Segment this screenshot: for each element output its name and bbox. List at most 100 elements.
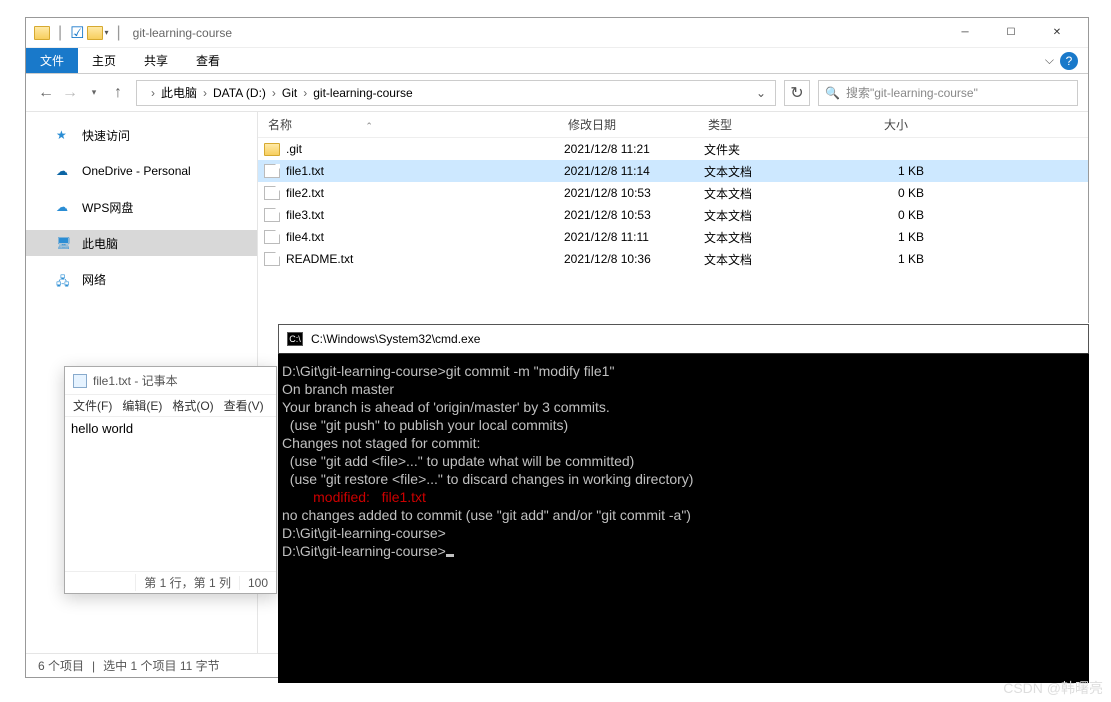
file-type: 文本文档 [704, 163, 844, 180]
file-row[interactable]: file2.txt 2021/12/8 10:53文本文档0 KB [258, 182, 1088, 204]
menu-format[interactable]: 格式(O) [168, 395, 217, 416]
star-icon: ★ [56, 128, 74, 142]
file-size: 1 KB [844, 230, 924, 244]
breadcrumb-item[interactable]: DATA (D:) [213, 86, 266, 100]
minimize-button[interactable]: ─ [942, 18, 988, 48]
file-date: 2021/12/8 11:14 [564, 164, 704, 178]
nav-this-pc[interactable]: 🖥此电脑 [26, 230, 257, 256]
file-icon [264, 230, 280, 244]
file-name: file4.txt [286, 230, 324, 244]
network-icon: 🖧 [56, 272, 74, 286]
file-row[interactable]: file3.txt2021/12/8 10:53文本文档0 KB [258, 204, 1088, 226]
qat-divider: | [58, 24, 62, 42]
file-name: file2.txt [286, 186, 324, 200]
titlebar: | ☑ ▾ | git-learning-course ─ ☐ ✕ [26, 18, 1088, 48]
chevron-right-icon[interactable]: › [299, 86, 311, 100]
nav-onedrive[interactable]: ☁OneDrive - Personal [26, 158, 257, 184]
file-size: 0 KB [844, 186, 924, 200]
cloud-icon: ☁ [56, 200, 74, 214]
notepad-statusbar: 第 1 行，第 1 列 100 [65, 571, 276, 593]
file-name: README.txt [286, 252, 353, 266]
qat-dropdown-icon[interactable]: ▾ [105, 28, 109, 37]
cmd-window: C:\ C:\Windows\System32\cmd.exe D:\Git\g… [278, 323, 1089, 683]
notepad-menu: 文件(F) 编辑(E) 格式(O) 查看(V) [65, 395, 276, 417]
chevron-right-icon[interactable]: › [147, 86, 159, 100]
tab-file[interactable]: 文件 [26, 48, 78, 73]
status-divider: | [92, 659, 95, 673]
search-placeholder: 搜索"git-learning-course" [846, 84, 978, 101]
status-position: 第 1 行，第 1 列 [135, 574, 239, 591]
file-type: 文本文档 [704, 229, 844, 246]
back-button[interactable]: ← [36, 84, 56, 102]
file-type: 文本文档 [704, 251, 844, 268]
up-button[interactable]: ↑ [108, 84, 128, 102]
close-button[interactable]: ✕ [1034, 18, 1080, 48]
window-title: git-learning-course [133, 26, 232, 40]
file-row[interactable]: .git 2021/12/8 11:21文件夹 [258, 138, 1088, 160]
file-name: file3.txt [286, 208, 324, 222]
breadcrumb[interactable]: › 此电脑 › DATA (D:) › Git › git-learning-c… [136, 80, 776, 106]
ribbon-tabs: 文件 主页 共享 查看 ⌵ ? [26, 48, 1088, 74]
notepad-title: file1.txt - 记事本 [93, 372, 178, 389]
file-type: 文件夹 [704, 141, 844, 158]
file-type: 文本文档 [704, 185, 844, 202]
file-row[interactable]: file4.txt 2021/12/8 11:11文本文档1 KB [258, 226, 1088, 248]
search-input[interactable]: 🔍 搜索"git-learning-course" [818, 80, 1078, 106]
notepad-icon [73, 374, 87, 388]
tab-share[interactable]: 共享 [130, 48, 182, 73]
pc-icon: 🖥 [56, 236, 74, 250]
breadcrumb-item[interactable]: 此电脑 [161, 84, 197, 101]
menu-view[interactable]: 查看(V) [220, 395, 268, 416]
column-name[interactable]: 名称 ⌃ [258, 116, 558, 133]
file-date: 2021/12/8 11:11 [564, 230, 704, 244]
folder-icon[interactable] [87, 26, 103, 40]
sort-asc-icon: ⌃ [365, 121, 373, 131]
menu-file[interactable]: 文件(F) [69, 395, 116, 416]
notepad-content[interactable]: hello world [65, 417, 276, 571]
breadcrumb-item[interactable]: Git [282, 86, 297, 100]
tab-view[interactable]: 查看 [182, 48, 234, 73]
search-icon: 🔍 [825, 86, 840, 100]
file-type: 文本文档 [704, 207, 844, 224]
qat-divider: | [117, 24, 121, 42]
nav-quick-access[interactable]: ★快速访问 [26, 122, 257, 148]
recent-dropdown-icon[interactable]: ▾ [84, 87, 104, 98]
file-icon [264, 252, 280, 266]
file-date: 2021/12/8 10:36 [564, 252, 704, 266]
refresh-button[interactable]: ↻ [784, 80, 810, 106]
cmd-icon: C:\ [287, 332, 303, 346]
tab-home[interactable]: 主页 [78, 48, 130, 73]
folder-icon [34, 26, 50, 40]
file-name: .git [286, 142, 302, 156]
file-icon [264, 186, 280, 200]
file-row[interactable]: file1.txt 2021/12/8 11:14文本文档1 KB [258, 160, 1088, 182]
column-date[interactable]: 修改日期 [558, 116, 698, 133]
column-size[interactable]: 大小 [838, 116, 918, 133]
help-icon[interactable]: ? [1060, 52, 1078, 70]
file-size: 1 KB [844, 164, 924, 178]
menu-edit[interactable]: 编辑(E) [118, 395, 166, 416]
file-date: 2021/12/8 10:53 [564, 208, 704, 222]
file-name: file1.txt [286, 164, 324, 178]
file-row[interactable]: README.txt 2021/12/8 10:36文本文档1 KB [258, 248, 1088, 270]
file-icon [264, 164, 280, 178]
breadcrumb-dropdown-icon[interactable]: ⌄ [751, 86, 771, 100]
ribbon-expand-icon[interactable]: ⌵ [1045, 53, 1054, 68]
cmd-titlebar: C:\ C:\Windows\System32\cmd.exe [278, 324, 1089, 354]
nav-wps[interactable]: ☁WPS网盘 [26, 194, 257, 220]
status-zoom: 100 [239, 576, 276, 590]
file-date: 2021/12/8 11:21 [564, 142, 704, 156]
qat-checkbox-icon[interactable]: ☑ [70, 23, 84, 43]
breadcrumb-item[interactable]: git-learning-course [313, 86, 412, 100]
maximize-button[interactable]: ☐ [988, 18, 1034, 48]
chevron-right-icon[interactable]: › [268, 86, 280, 100]
nav-network[interactable]: 🖧网络 [26, 266, 257, 292]
address-row: ← → ▾ ↑ › 此电脑 › DATA (D:) › Git › git-le… [26, 74, 1088, 112]
cmd-output[interactable]: D:\Git\git-learning-course>git commit -m… [278, 354, 1089, 683]
chevron-right-icon[interactable]: › [199, 86, 211, 100]
column-type[interactable]: 类型 [698, 116, 838, 133]
file-size: 1 KB [844, 252, 924, 266]
watermark: CSDN @韩曙亮 [1003, 678, 1103, 698]
forward-button[interactable]: → [60, 84, 80, 102]
file-date: 2021/12/8 10:53 [564, 186, 704, 200]
